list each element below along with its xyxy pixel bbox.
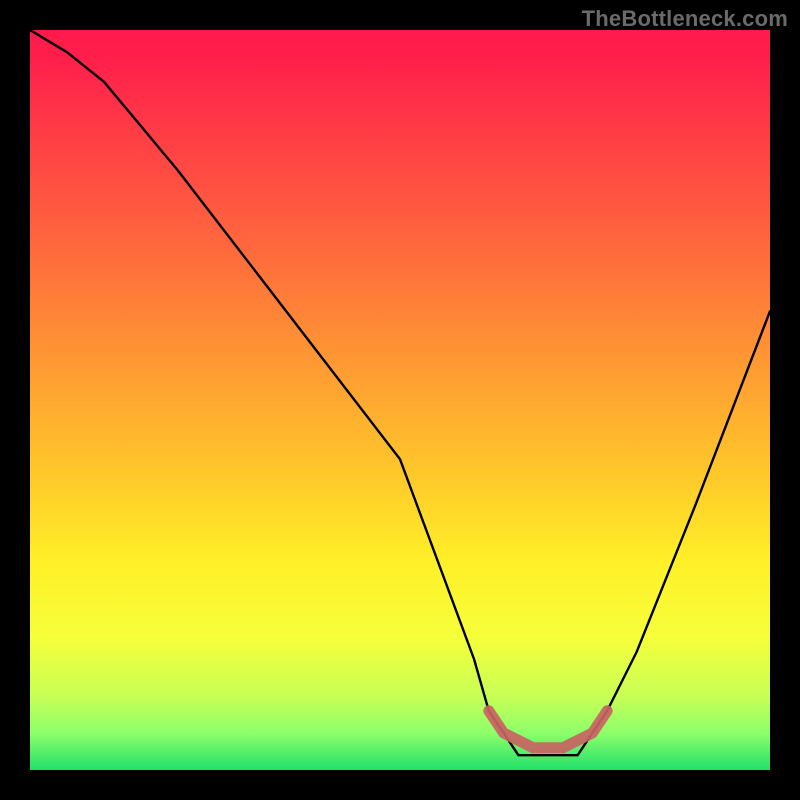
watermark-text: TheBottleneck.com: [582, 6, 788, 32]
chart-container: TheBottleneck.com: [0, 0, 800, 800]
plot-background: [30, 30, 770, 770]
bottleneck-chart: [0, 0, 800, 800]
